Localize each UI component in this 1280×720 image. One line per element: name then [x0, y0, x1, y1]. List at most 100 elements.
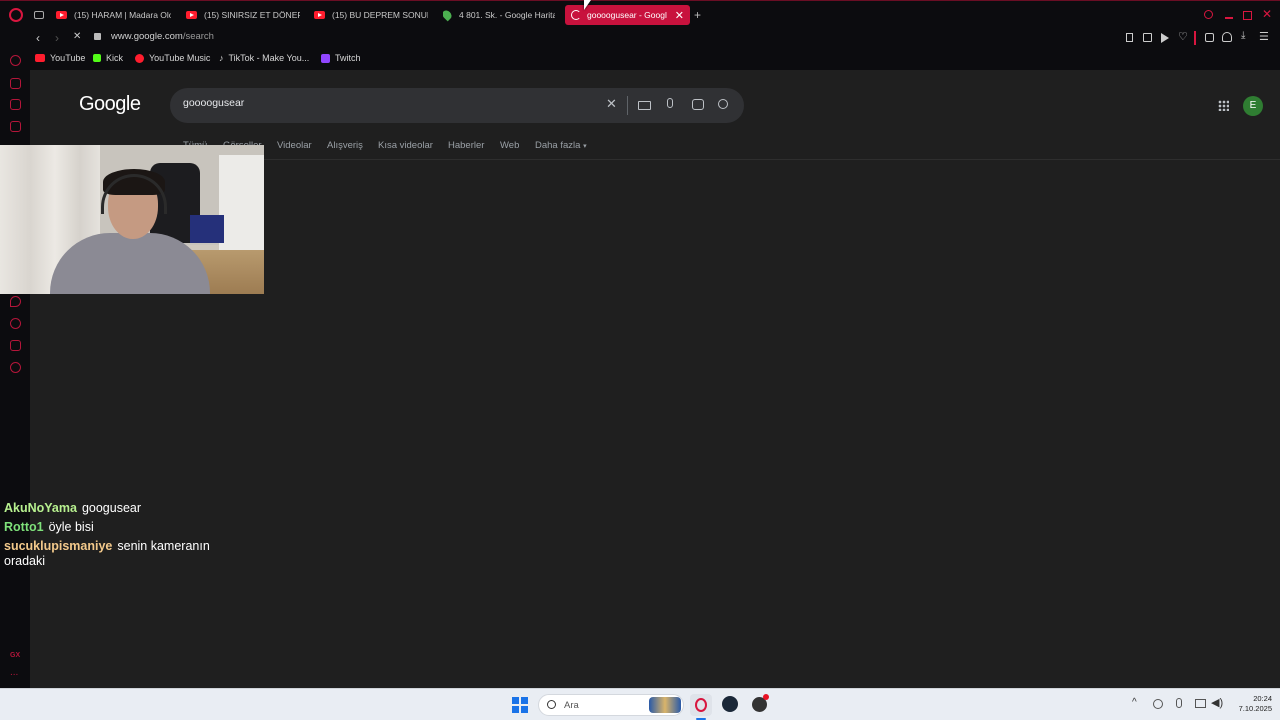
- loading-spinner-icon: [571, 10, 581, 20]
- search-icon[interactable]: [718, 99, 728, 109]
- news-icon[interactable]: [10, 121, 21, 132]
- google-apps-icon[interactable]: [1218, 100, 1229, 111]
- tab-bar: (15) HARAM | Madara Olo (15) SINIRSIZ ET…: [0, 0, 1280, 28]
- tab-shopping[interactable]: Alışveriş: [327, 140, 363, 151]
- tab-label: (15) HARAM | Madara Olo: [74, 10, 171, 20]
- bookmark-twitch[interactable]: Twitch: [321, 53, 361, 63]
- bookmark-youtube-music[interactable]: YouTube Music: [135, 53, 210, 63]
- chat-text: öyle bisi: [48, 520, 94, 534]
- tab-short-videos[interactable]: Kısa videolar: [378, 140, 433, 151]
- opera-gx-logo-icon[interactable]: [9, 8, 23, 22]
- discord-like-app-icon[interactable]: [752, 694, 769, 712]
- security-tray-icon[interactable]: [1153, 699, 1163, 709]
- heart-icon[interactable]: ♡: [1178, 30, 1188, 43]
- url-field[interactable]: www.google.com/search: [111, 31, 214, 42]
- camera-search-icon[interactable]: [692, 99, 704, 110]
- lock-icon: [94, 33, 101, 40]
- tab-youtube-haram[interactable]: (15) HARAM | Madara Olo: [56, 5, 171, 25]
- opera-ring: [695, 698, 707, 712]
- bookmark-kick[interactable]: Kick: [93, 53, 123, 63]
- stream-chat-overlay: AkuNoYama googusear Rotto1 öyle bisi sucuk…: [4, 499, 234, 569]
- search-box[interactable]: ✕: [170, 88, 744, 123]
- keyboard-icon[interactable]: [638, 101, 651, 110]
- tab-web[interactable]: Web: [500, 140, 519, 151]
- account-avatar[interactable]: E: [1243, 96, 1263, 116]
- bookmark-page-icon[interactable]: [1126, 33, 1133, 42]
- history-icon[interactable]: [10, 318, 21, 329]
- steam-icon[interactable]: [722, 696, 738, 712]
- url-path: /search: [182, 31, 214, 42]
- clock-date: 7.10.2025: [1238, 704, 1272, 713]
- windows-start-icon[interactable]: [512, 697, 528, 713]
- gx-control-icon[interactable]: [10, 55, 21, 66]
- tab-youtube-deprem[interactable]: (15) BU DEPREM SONUM: [314, 5, 428, 25]
- clear-search-icon[interactable]: ✕: [606, 96, 617, 112]
- tab-youtube-doner[interactable]: (15) SINIRSIZ ET DÖNER: [186, 5, 300, 25]
- bookmark-label: Twitch: [335, 53, 361, 63]
- opera-gx-taskbar-icon[interactable]: [690, 694, 712, 716]
- tab-google-maps[interactable]: 4 801. Sk. - Google Harita: [443, 5, 555, 25]
- caret-down-icon: ▾: [583, 143, 587, 150]
- youtube-icon: [186, 11, 197, 19]
- tab-more-label: Daha fazla: [535, 140, 581, 151]
- youtube-icon: [35, 54, 45, 62]
- volume-icon[interactable]: ◀): [1211, 696, 1223, 709]
- webcam-overlay: [0, 145, 264, 294]
- tiktok-icon: ♪: [219, 53, 224, 63]
- settings-icon[interactable]: [10, 362, 21, 373]
- chat-username: AkuNoYama: [4, 501, 77, 515]
- clock-time: 20:24: [1253, 694, 1272, 703]
- bookmark-youtube[interactable]: YouTube: [35, 53, 85, 63]
- tab-videos[interactable]: Videolar: [277, 140, 312, 151]
- chat-username: Rotto1: [4, 520, 44, 534]
- close-tab-icon[interactable]: ✕: [675, 9, 684, 22]
- microphone-tray-icon[interactable]: [1176, 698, 1182, 708]
- pin-icon[interactable]: [10, 296, 21, 307]
- mouse-cursor-icon: [584, 0, 591, 10]
- network-icon[interactable]: [1195, 699, 1206, 708]
- back-icon[interactable]: ‹: [36, 31, 40, 45]
- google-logo[interactable]: Google: [79, 93, 141, 116]
- search-divider: [627, 96, 628, 115]
- chat-message: Rotto1 öyle bisi: [4, 518, 234, 537]
- stop-loading-icon[interactable]: ✕: [73, 31, 81, 42]
- taskbar-search[interactable]: Ara: [538, 694, 684, 716]
- tab-overview-icon[interactable]: [34, 11, 44, 19]
- profile-icon[interactable]: [1222, 32, 1232, 42]
- clock[interactable]: 20:24 7.10.2025: [1228, 694, 1272, 714]
- gx-label[interactable]: GX: [10, 652, 20, 659]
- url-host: www.google.com: [111, 31, 183, 42]
- new-tab-button[interactable]: +: [694, 8, 701, 22]
- search-icon: [547, 700, 556, 709]
- search-input[interactable]: [183, 97, 583, 109]
- tab-news[interactable]: Haberler: [448, 140, 484, 151]
- kick-icon: [93, 54, 101, 62]
- microphone-icon[interactable]: [667, 98, 673, 108]
- close-window-button[interactable]: ✕: [1262, 7, 1272, 21]
- chevron-up-icon[interactable]: ^: [1132, 697, 1137, 708]
- webcam-cabinet: [219, 155, 264, 260]
- extensions-sidebar-icon[interactable]: [10, 340, 21, 351]
- chat-text: googusear: [81, 501, 142, 515]
- easy-setup-icon[interactable]: ☰: [1259, 30, 1269, 43]
- restore-button[interactable]: [1243, 11, 1252, 20]
- minimize-button[interactable]: [1225, 17, 1233, 19]
- download-icon[interactable]: ⤓: [1241, 30, 1245, 41]
- forward-icon[interactable]: ›: [55, 31, 59, 45]
- player-icon[interactable]: [1161, 33, 1169, 43]
- sidebar-more-icon[interactable]: ...: [10, 667, 18, 678]
- tab-more[interactable]: Daha fazla ▾: [535, 140, 587, 151]
- bookmark-label: YouTube Music: [149, 53, 211, 63]
- snapshot-icon[interactable]: [1143, 33, 1152, 42]
- tab-label: goooogusear - Google: [587, 10, 667, 20]
- gx-corner-icon[interactable]: [10, 78, 21, 89]
- youtube-icon: [56, 11, 67, 19]
- tab-label: (15) SINIRSIZ ET DÖNER: [204, 10, 300, 20]
- chat-message: sucuklupismaniye senin kameranın oradaki: [4, 539, 234, 569]
- bookmark-label: TikTok - Make You...: [228, 53, 310, 63]
- gx-sidebar: GX ...: [0, 48, 30, 688]
- search-tabs-icon[interactable]: [1204, 10, 1213, 19]
- bookmark-tiktok[interactable]: ♪ TikTok - Make You...: [219, 53, 309, 63]
- extensions-icon[interactable]: [1205, 33, 1214, 42]
- twitch-sidebar-icon[interactable]: [10, 99, 21, 110]
